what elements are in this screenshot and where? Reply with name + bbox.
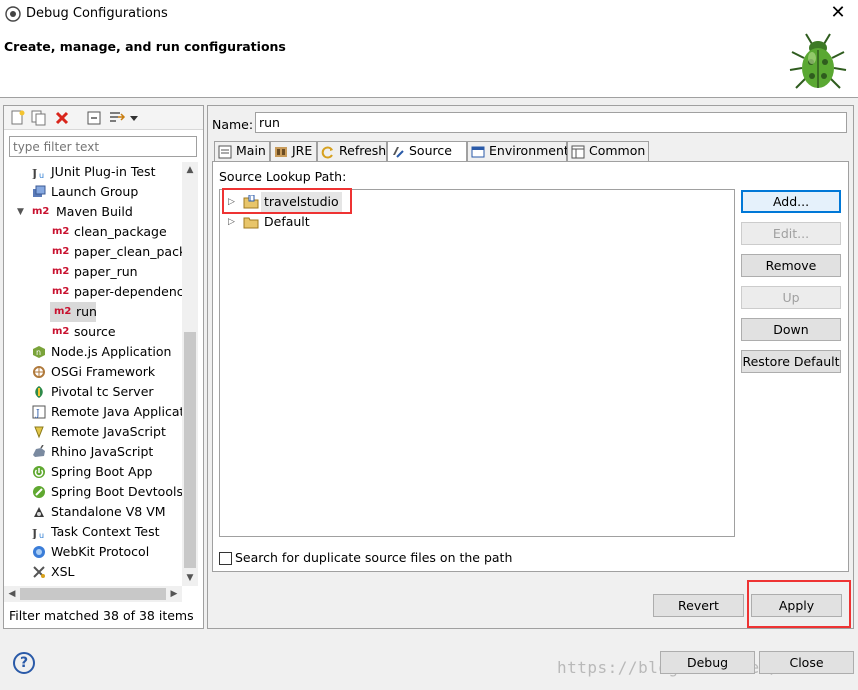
maven-icon: m2	[52, 246, 70, 257]
filter-input[interactable]	[9, 136, 197, 157]
scroll-down-icon[interactable]: ▼	[182, 570, 198, 586]
expand-chevron-icon[interactable]: ▷	[228, 212, 235, 232]
name-label: Name:	[212, 117, 254, 132]
maven-icon: m2	[54, 306, 72, 317]
remote-js-icon	[34, 426, 44, 439]
add-button[interactable]: Add...	[741, 190, 841, 213]
task-context-icon: Ju	[32, 527, 44, 539]
v8-icon	[34, 507, 44, 517]
remove-button[interactable]: Remove	[741, 254, 841, 277]
tab-environment[interactable]: Environment	[467, 141, 569, 161]
jre-tab-icon	[275, 147, 287, 157]
collapse-all-icon[interactable]	[85, 109, 103, 127]
tab-source[interactable]: Source	[387, 141, 467, 162]
scroll-thumb[interactable]	[20, 588, 166, 600]
pivotal-icon	[35, 386, 43, 398]
remote-java-icon: J	[32, 405, 46, 419]
header-banner: Create, manage, and run configurations	[0, 28, 858, 98]
maven-expand-chevron-icon[interactable]: ▼	[17, 202, 27, 222]
webkit-icon	[33, 546, 45, 558]
maven-icon: m2	[52, 266, 70, 277]
maven-icon: m2	[52, 286, 70, 297]
highlight-box	[747, 580, 851, 628]
svg-text:u: u	[39, 531, 44, 539]
config-toolbar	[4, 106, 203, 130]
tree-horizontal-scrollbar[interactable]: ◀ ▶	[4, 586, 182, 602]
up-button[interactable]: Up	[741, 286, 841, 309]
svg-text:J: J	[35, 409, 40, 419]
maven-icon: m2	[52, 326, 70, 337]
environment-tab-icon	[471, 146, 485, 158]
configuration-list-pane: Ju JUnit Plug-in Test Launch Group ▼ m2 …	[3, 105, 204, 629]
filter-config-icon[interactable]	[108, 109, 126, 127]
view-menu-icon[interactable]	[128, 109, 140, 127]
banner-title: Create, manage, and run configurations	[4, 39, 286, 54]
title-bar: Debug Configurations ✕	[0, 0, 858, 28]
osgi-icon	[33, 366, 45, 378]
filter-status: Filter matched 38 of 38 items	[9, 608, 194, 623]
rhino-icon	[33, 445, 45, 457]
maven-icon: m2	[32, 206, 50, 217]
configuration-editor-pane: Name: Main JRE Refresh Source Environmen…	[207, 105, 854, 629]
down-button[interactable]: Down	[741, 318, 841, 341]
folder-icon	[243, 217, 259, 229]
lookup-item-default[interactable]: ▷ Default	[220, 212, 350, 232]
scroll-thumb[interactable]	[184, 332, 196, 568]
project-folder-icon: J	[243, 195, 259, 209]
tree-item-run[interactable]: m2 run	[50, 302, 97, 322]
help-icon[interactable]: ?	[13, 652, 35, 674]
tab-jre[interactable]: JRE	[270, 141, 317, 161]
window-title: Debug Configurations	[26, 6, 168, 21]
svg-text:J: J	[32, 167, 37, 179]
close-button[interactable]: Close	[759, 651, 854, 674]
tab-common[interactable]: Common	[567, 141, 649, 161]
junit-plugin-icon: Ju	[32, 167, 44, 179]
restore-default-button[interactable]: Restore Default	[741, 350, 841, 373]
svg-text:J: J	[249, 196, 251, 202]
revert-button[interactable]: Revert	[653, 594, 744, 617]
scroll-up-icon[interactable]: ▲	[182, 162, 198, 178]
scroll-right-icon[interactable]: ▶	[166, 586, 182, 602]
spring-devtools-icon	[33, 486, 45, 498]
edit-button[interactable]: Edit...	[741, 222, 841, 245]
maven-icon: m2	[52, 226, 70, 237]
tab-main[interactable]: Main	[214, 141, 270, 161]
debug-bug-icon	[789, 33, 847, 89]
launch-group-icon	[33, 185, 46, 197]
source-lookup-list[interactable]: ▷ J travelstudio ▷ Default	[219, 188, 735, 537]
svg-text:u: u	[39, 171, 44, 179]
debug-button[interactable]: Debug	[660, 651, 755, 674]
new-config-icon[interactable]	[9, 109, 27, 127]
duplicate-config-icon[interactable]	[30, 109, 48, 127]
nodejs-icon: n	[33, 346, 45, 358]
expand-chevron-icon[interactable]: ▷	[228, 192, 235, 212]
duplicate-source-checkbox[interactable]	[219, 552, 232, 565]
debug-app-icon	[5, 6, 21, 22]
delete-config-icon[interactable]	[53, 109, 71, 127]
lookup-item-travelstudio[interactable]: ▷ J travelstudio	[220, 192, 350, 212]
source-lookup-label: Source Lookup Path:	[219, 169, 347, 184]
tree-vertical-scrollbar[interactable]: ▲ ▼	[182, 162, 198, 586]
main-tab-icon	[218, 145, 232, 159]
scroll-left-icon[interactable]: ◀	[4, 586, 20, 602]
name-input[interactable]	[255, 112, 847, 133]
refresh-tab-icon	[321, 146, 333, 159]
spring-boot-icon	[33, 466, 45, 478]
source-tab-panel: Source Lookup Path: ▷ J travelstudio ▷ D…	[212, 161, 849, 572]
svg-text:n: n	[36, 348, 41, 357]
window-close-button[interactable]: ✕	[826, 2, 850, 24]
common-tab-icon	[571, 145, 585, 159]
configuration-tree: Ju JUnit Plug-in Test Launch Group ▼ m2 …	[17, 164, 182, 579]
xsl-icon	[33, 566, 45, 578]
duplicate-source-label: Search for duplicate source files on the…	[235, 550, 513, 565]
tab-refresh[interactable]: Refresh	[317, 141, 387, 161]
svg-text:J: J	[32, 527, 37, 539]
source-tab-icon	[393, 147, 404, 158]
